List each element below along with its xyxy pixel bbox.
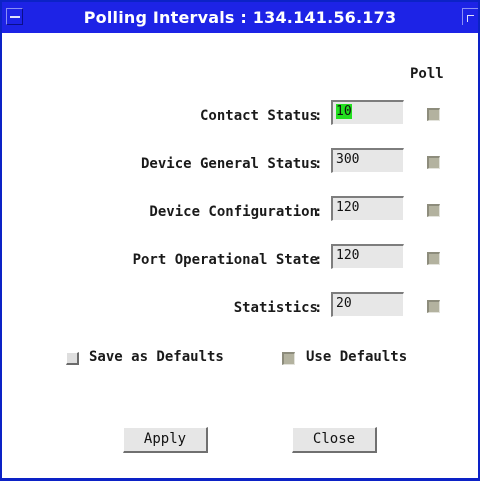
- use-defaults-checkbox[interactable]: [282, 352, 295, 365]
- close-button[interactable]: Close: [292, 427, 377, 453]
- device-configuration-label: Device Configuration: [149, 204, 318, 220]
- port-operational-state-label: Port Operational State: [132, 252, 318, 268]
- contact-status-input[interactable]: 10: [331, 100, 404, 125]
- statistics-label: Statistics: [233, 300, 318, 316]
- device-configuration-input[interactable]: 120: [331, 196, 404, 221]
- input-value: 10: [336, 104, 352, 119]
- apply-button[interactable]: Apply: [123, 427, 208, 453]
- polling-intervals-dialog: Polling Intervals : 134.141.56.173 Poll …: [0, 0, 480, 481]
- window-title: Polling Intervals : 134.141.56.173: [83, 8, 397, 27]
- device-configuration-poll-checkbox[interactable]: [427, 204, 440, 217]
- contact-status-label: Contact Status: [199, 108, 318, 124]
- row-separator: :: [314, 204, 323, 220]
- row-separator: :: [314, 108, 323, 124]
- row-separator: :: [314, 156, 323, 172]
- window-bottom-border: [2, 478, 478, 479]
- maximize-icon[interactable]: [462, 8, 478, 25]
- device-general-status-input[interactable]: 300: [331, 148, 404, 173]
- statistics-input[interactable]: 20: [331, 292, 404, 317]
- poll-column-header: Poll: [410, 66, 444, 82]
- use-defaults-label: Use Defaults: [306, 349, 408, 365]
- device-general-status-poll-checkbox[interactable]: [427, 156, 440, 169]
- row-separator: :: [314, 300, 323, 316]
- port-operational-state-input[interactable]: 120: [331, 244, 404, 269]
- window-menu-icon[interactable]: [6, 8, 23, 25]
- row-separator: :: [314, 252, 323, 268]
- save-as-defaults-label: Save as Defaults: [89, 349, 224, 365]
- port-operational-state-poll-checkbox[interactable]: [427, 252, 440, 265]
- title-bar[interactable]: Polling Intervals : 134.141.56.173: [2, 2, 478, 33]
- statistics-poll-checkbox[interactable]: [427, 300, 440, 313]
- contact-status-poll-checkbox[interactable]: [427, 108, 440, 121]
- device-general-status-label: Device General Status: [140, 156, 318, 172]
- save-as-defaults-checkbox[interactable]: [66, 352, 79, 365]
